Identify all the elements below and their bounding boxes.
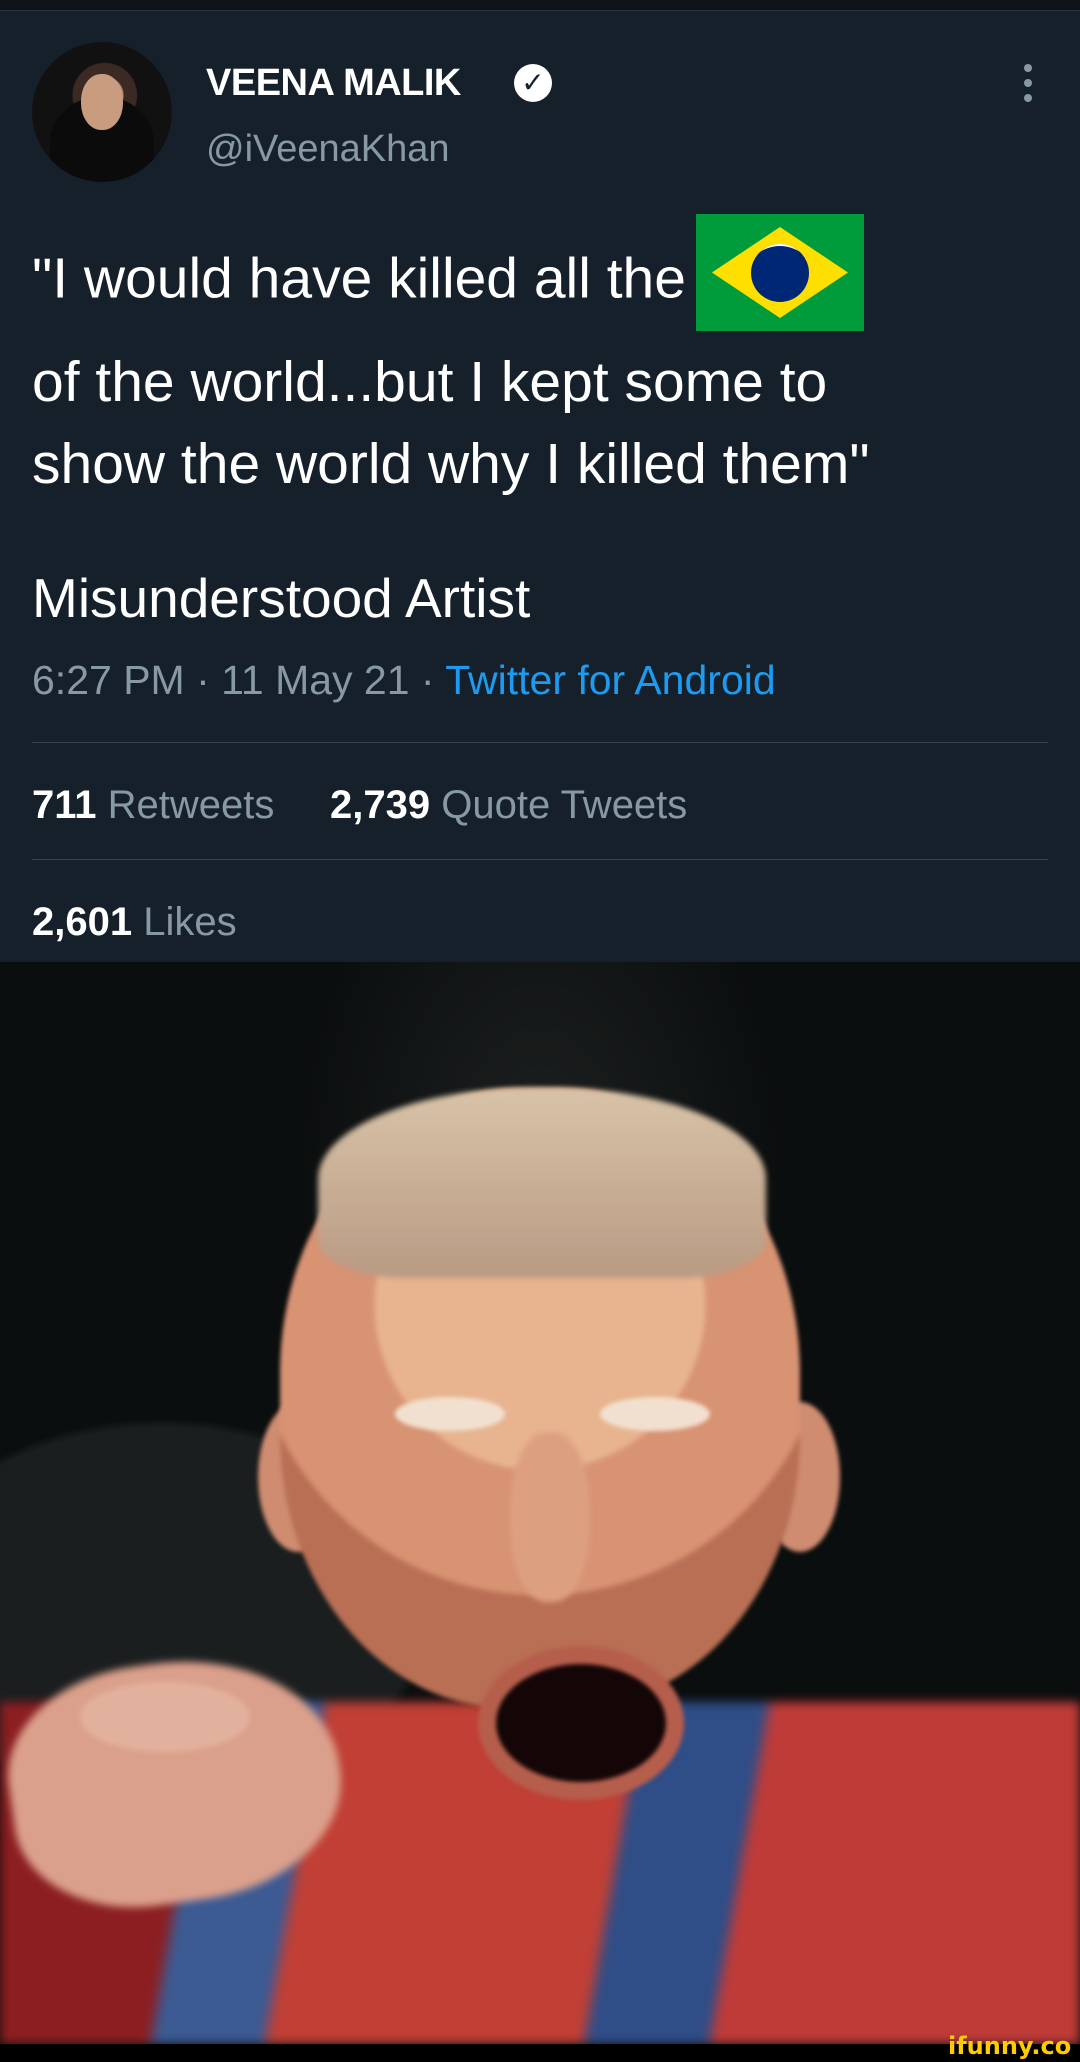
hair <box>318 1088 766 1278</box>
quote-tweets-label[interactable]: Quote Tweets <box>441 783 687 827</box>
tweet-card: VEENA MALIK ✓ @iVeenaKhan "I would have … <box>0 0 1080 962</box>
brazil-flag-icon <box>695 214 864 331</box>
likes-label[interactable]: Likes <box>143 900 236 944</box>
tweet-time: 6:27 PM · 11 May 21 · <box>32 657 435 703</box>
tweet-text-line-1: "I would have killed all the <box>32 246 686 311</box>
retweets-label[interactable]: Retweets <box>108 783 275 827</box>
verified-check-icon: ✓ <box>514 64 552 102</box>
tweet-source-link[interactable]: Twitter for Android <box>445 657 775 703</box>
likes-count[interactable]: 2,601 <box>32 900 132 944</box>
stats-divider-bottom <box>32 859 1048 860</box>
retweets-count[interactable]: 711 <box>32 783 97 827</box>
tweet-text: "I would have killed all the of the worl… <box>32 214 1042 505</box>
display-name[interactable]: VEENA MALIK <box>206 62 461 105</box>
tweet-meta: 6:27 PM · 11 May 21 · Twitter for Androi… <box>32 657 776 704</box>
left-eye <box>395 1397 505 1431</box>
right-eye <box>600 1397 710 1431</box>
avatar[interactable] <box>32 42 172 182</box>
tweet-text-line-2: of the world...but I kept some to <box>32 350 828 414</box>
quote-tweets-count[interactable]: 2,739 <box>330 783 430 827</box>
top-divider <box>0 0 1080 11</box>
open-mouth <box>478 1646 684 1800</box>
tweet-stats-row: 711 Retweets 2,739 Quote Tweets <box>32 783 687 828</box>
watermark: ifunny.co <box>948 2032 1072 2060</box>
likes-row: 2,601 Likes <box>32 900 237 945</box>
stats-divider-top <box>32 742 1048 743</box>
vertical-more-icon[interactable] <box>1020 64 1036 106</box>
avatar-face <box>81 74 123 130</box>
nose <box>510 1432 590 1602</box>
reaction-image <box>0 962 1080 2044</box>
user-handle[interactable]: @iVeenaKhan <box>206 128 450 171</box>
tweet-caption: Misunderstood Artist <box>32 567 531 629</box>
pointing-finger <box>80 1682 250 1752</box>
tweet-text-line-3: show the world why I killed them" <box>32 432 870 496</box>
